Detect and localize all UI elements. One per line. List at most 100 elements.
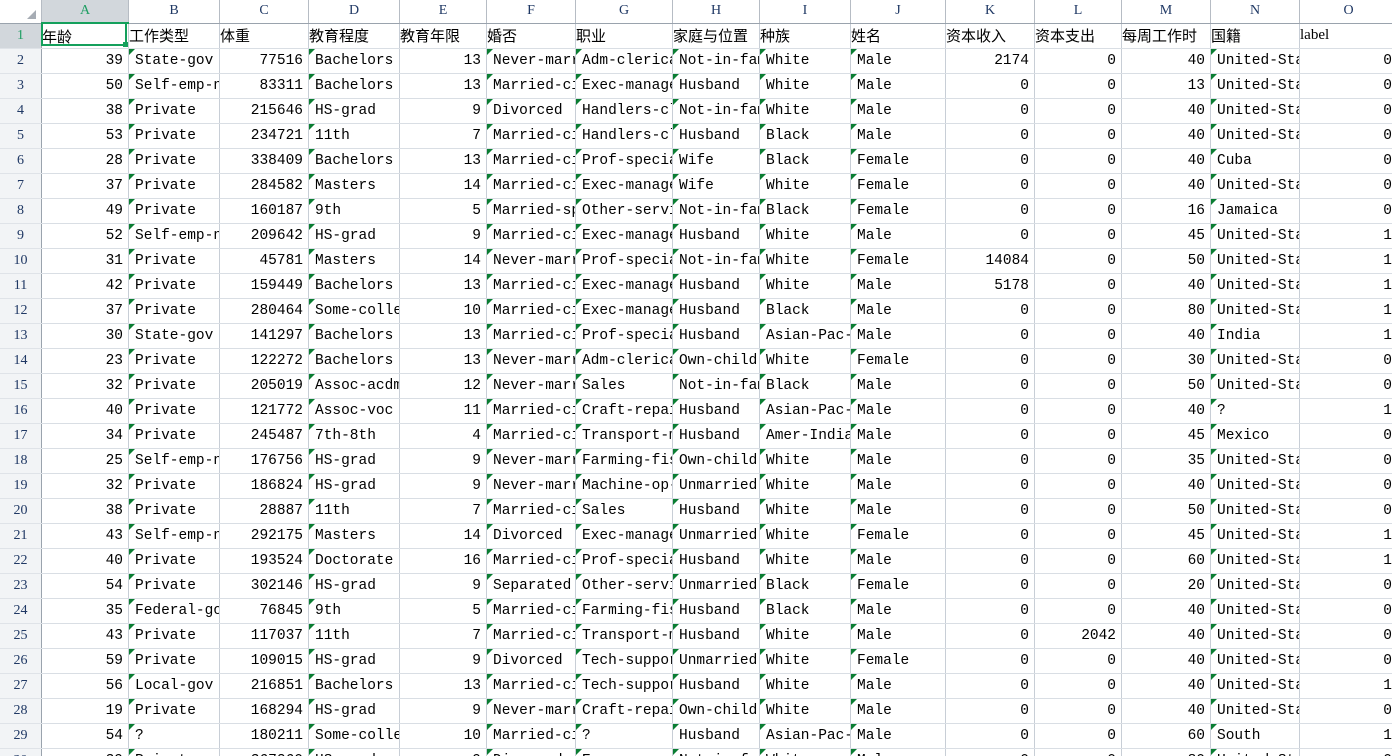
row-header-8[interactable]: 8 [0,198,42,224]
cell-b27[interactable]: Local-gov [128,673,220,699]
table-row[interactable]: 23 54 Private 302146 HS-grad 9 Separated Other-… [0,573,1392,599]
column-header-b[interactable]: B [128,0,220,24]
cell-b15[interactable]: Private [128,373,220,399]
cell-f13[interactable]: Married-civ-spouse [486,323,576,349]
cell-e18[interactable]: 9 [399,448,487,474]
cell-a22[interactable]: 40 [41,548,129,574]
header-cell-c1[interactable]: 体重 [219,23,309,49]
row-header-22[interactable]: 22 [0,548,42,574]
cell-g29[interactable]: ? [575,723,673,749]
cell-j28[interactable]: Male [850,698,946,724]
table-row[interactable]: 24 35 Federal-gov 76845 9th 5 Married-civ-spou… [0,598,1392,624]
cell-b11[interactable]: Private [128,273,220,299]
cell-l11[interactable]: 0 [1034,273,1122,299]
cell-n14[interactable]: United-States [1210,348,1300,374]
cell-m20[interactable]: 50 [1121,498,1211,524]
cell-m8[interactable]: 16 [1121,198,1211,224]
table-row[interactable]: 17 34 Private 245487 7th-8th 4 Married-civ-spo… [0,423,1392,449]
cell-b8[interactable]: Private [128,198,220,224]
cell-k21[interactable]: 0 [945,523,1035,549]
cell-d18[interactable]: HS-grad [308,448,400,474]
cell-m30[interactable]: 80 [1121,748,1211,756]
cell-i6[interactable]: Black [759,148,851,174]
cell-i28[interactable]: White [759,698,851,724]
cell-l21[interactable]: 0 [1034,523,1122,549]
cell-c11[interactable]: 159449 [219,273,309,299]
cell-l24[interactable]: 0 [1034,598,1122,624]
cell-m15[interactable]: 50 [1121,373,1211,399]
cell-c4[interactable]: 215646 [219,98,309,124]
cell-k6[interactable]: 0 [945,148,1035,174]
cell-j18[interactable]: Male [850,448,946,474]
cell-f28[interactable]: Never-married [486,698,576,724]
cell-m11[interactable]: 40 [1121,273,1211,299]
cell-g25[interactable]: Transport-moving [575,623,673,649]
cell-c22[interactable]: 193524 [219,548,309,574]
cell-h17[interactable]: Husband [672,423,760,449]
cell-f22[interactable]: Married-civ-spouse [486,548,576,574]
header-cell-f1[interactable]: 婚否 [486,23,576,49]
cell-b14[interactable]: Private [128,348,220,374]
cell-l23[interactable]: 0 [1034,573,1122,599]
table-row[interactable]: 19 32 Private 186824 HS-grad 9 Never-married Ma… [0,473,1392,499]
cell-c6[interactable]: 338409 [219,148,309,174]
cell-l13[interactable]: 0 [1034,323,1122,349]
cell-l27[interactable]: 0 [1034,673,1122,699]
cell-e4[interactable]: 9 [399,98,487,124]
cell-m19[interactable]: 40 [1121,473,1211,499]
cell-m22[interactable]: 60 [1121,548,1211,574]
cell-b26[interactable]: Private [128,648,220,674]
cell-i20[interactable]: White [759,498,851,524]
cell-o24[interactable]: 0 [1299,598,1392,624]
cell-i5[interactable]: Black [759,123,851,149]
cell-o23[interactable]: 0 [1299,573,1392,599]
cell-i13[interactable]: Asian-Pac-Islander [759,323,851,349]
cell-o10[interactable]: 1 [1299,248,1392,274]
cell-d17[interactable]: 7th-8th [308,423,400,449]
cell-c8[interactable]: 160187 [219,198,309,224]
cell-e12[interactable]: 10 [399,298,487,324]
cell-a3[interactable]: 50 [41,73,129,99]
cell-g20[interactable]: Sales [575,498,673,524]
cell-e27[interactable]: 13 [399,673,487,699]
cell-a24[interactable]: 35 [41,598,129,624]
cell-d28[interactable]: HS-grad [308,698,400,724]
column-header-k[interactable]: K [945,0,1035,24]
cell-l7[interactable]: 0 [1034,173,1122,199]
cell-i16[interactable]: Asian-Pac-Islander [759,398,851,424]
cell-g3[interactable]: Exec-managerial [575,73,673,99]
cell-e9[interactable]: 9 [399,223,487,249]
cell-o8[interactable]: 0 [1299,198,1392,224]
row-header-15[interactable]: 15 [0,373,42,399]
cell-f19[interactable]: Never-married [486,473,576,499]
cell-k29[interactable]: 0 [945,723,1035,749]
cell-k14[interactable]: 0 [945,348,1035,374]
cell-l19[interactable]: 0 [1034,473,1122,499]
cell-a12[interactable]: 37 [41,298,129,324]
cell-d15[interactable]: Assoc-acdm [308,373,400,399]
cell-n4[interactable]: United-States [1210,98,1300,124]
cell-i30[interactable]: White [759,748,851,756]
row-header-3[interactable]: 3 [0,73,42,99]
cell-f12[interactable]: Married-civ-spouse [486,298,576,324]
cell-l26[interactable]: 0 [1034,648,1122,674]
cell-j11[interactable]: Male [850,273,946,299]
cell-n10[interactable]: United-States [1210,248,1300,274]
cell-o21[interactable]: 1 [1299,523,1392,549]
header-cell-m1[interactable]: 每周工作时 [1121,23,1211,49]
cell-a27[interactable]: 56 [41,673,129,699]
cell-o16[interactable]: 1 [1299,398,1392,424]
cell-j12[interactable]: Male [850,298,946,324]
cell-f3[interactable]: Married-civ-spouse [486,73,576,99]
cell-g11[interactable]: Exec-managerial [575,273,673,299]
cell-c15[interactable]: 205019 [219,373,309,399]
cell-c27[interactable]: 216851 [219,673,309,699]
cell-k15[interactable]: 0 [945,373,1035,399]
cell-k17[interactable]: 0 [945,423,1035,449]
cell-e10[interactable]: 14 [399,248,487,274]
cell-d8[interactable]: 9th [308,198,400,224]
table-row[interactable]: 14 23 Private 122272 Bachelors 13 Never-marrie… [0,348,1392,374]
table-row[interactable]: 25 43 Private 117037 11th 7 Married-civ-spouse… [0,623,1392,649]
cell-h20[interactable]: Husband [672,498,760,524]
cell-h10[interactable]: Not-in-family [672,248,760,274]
